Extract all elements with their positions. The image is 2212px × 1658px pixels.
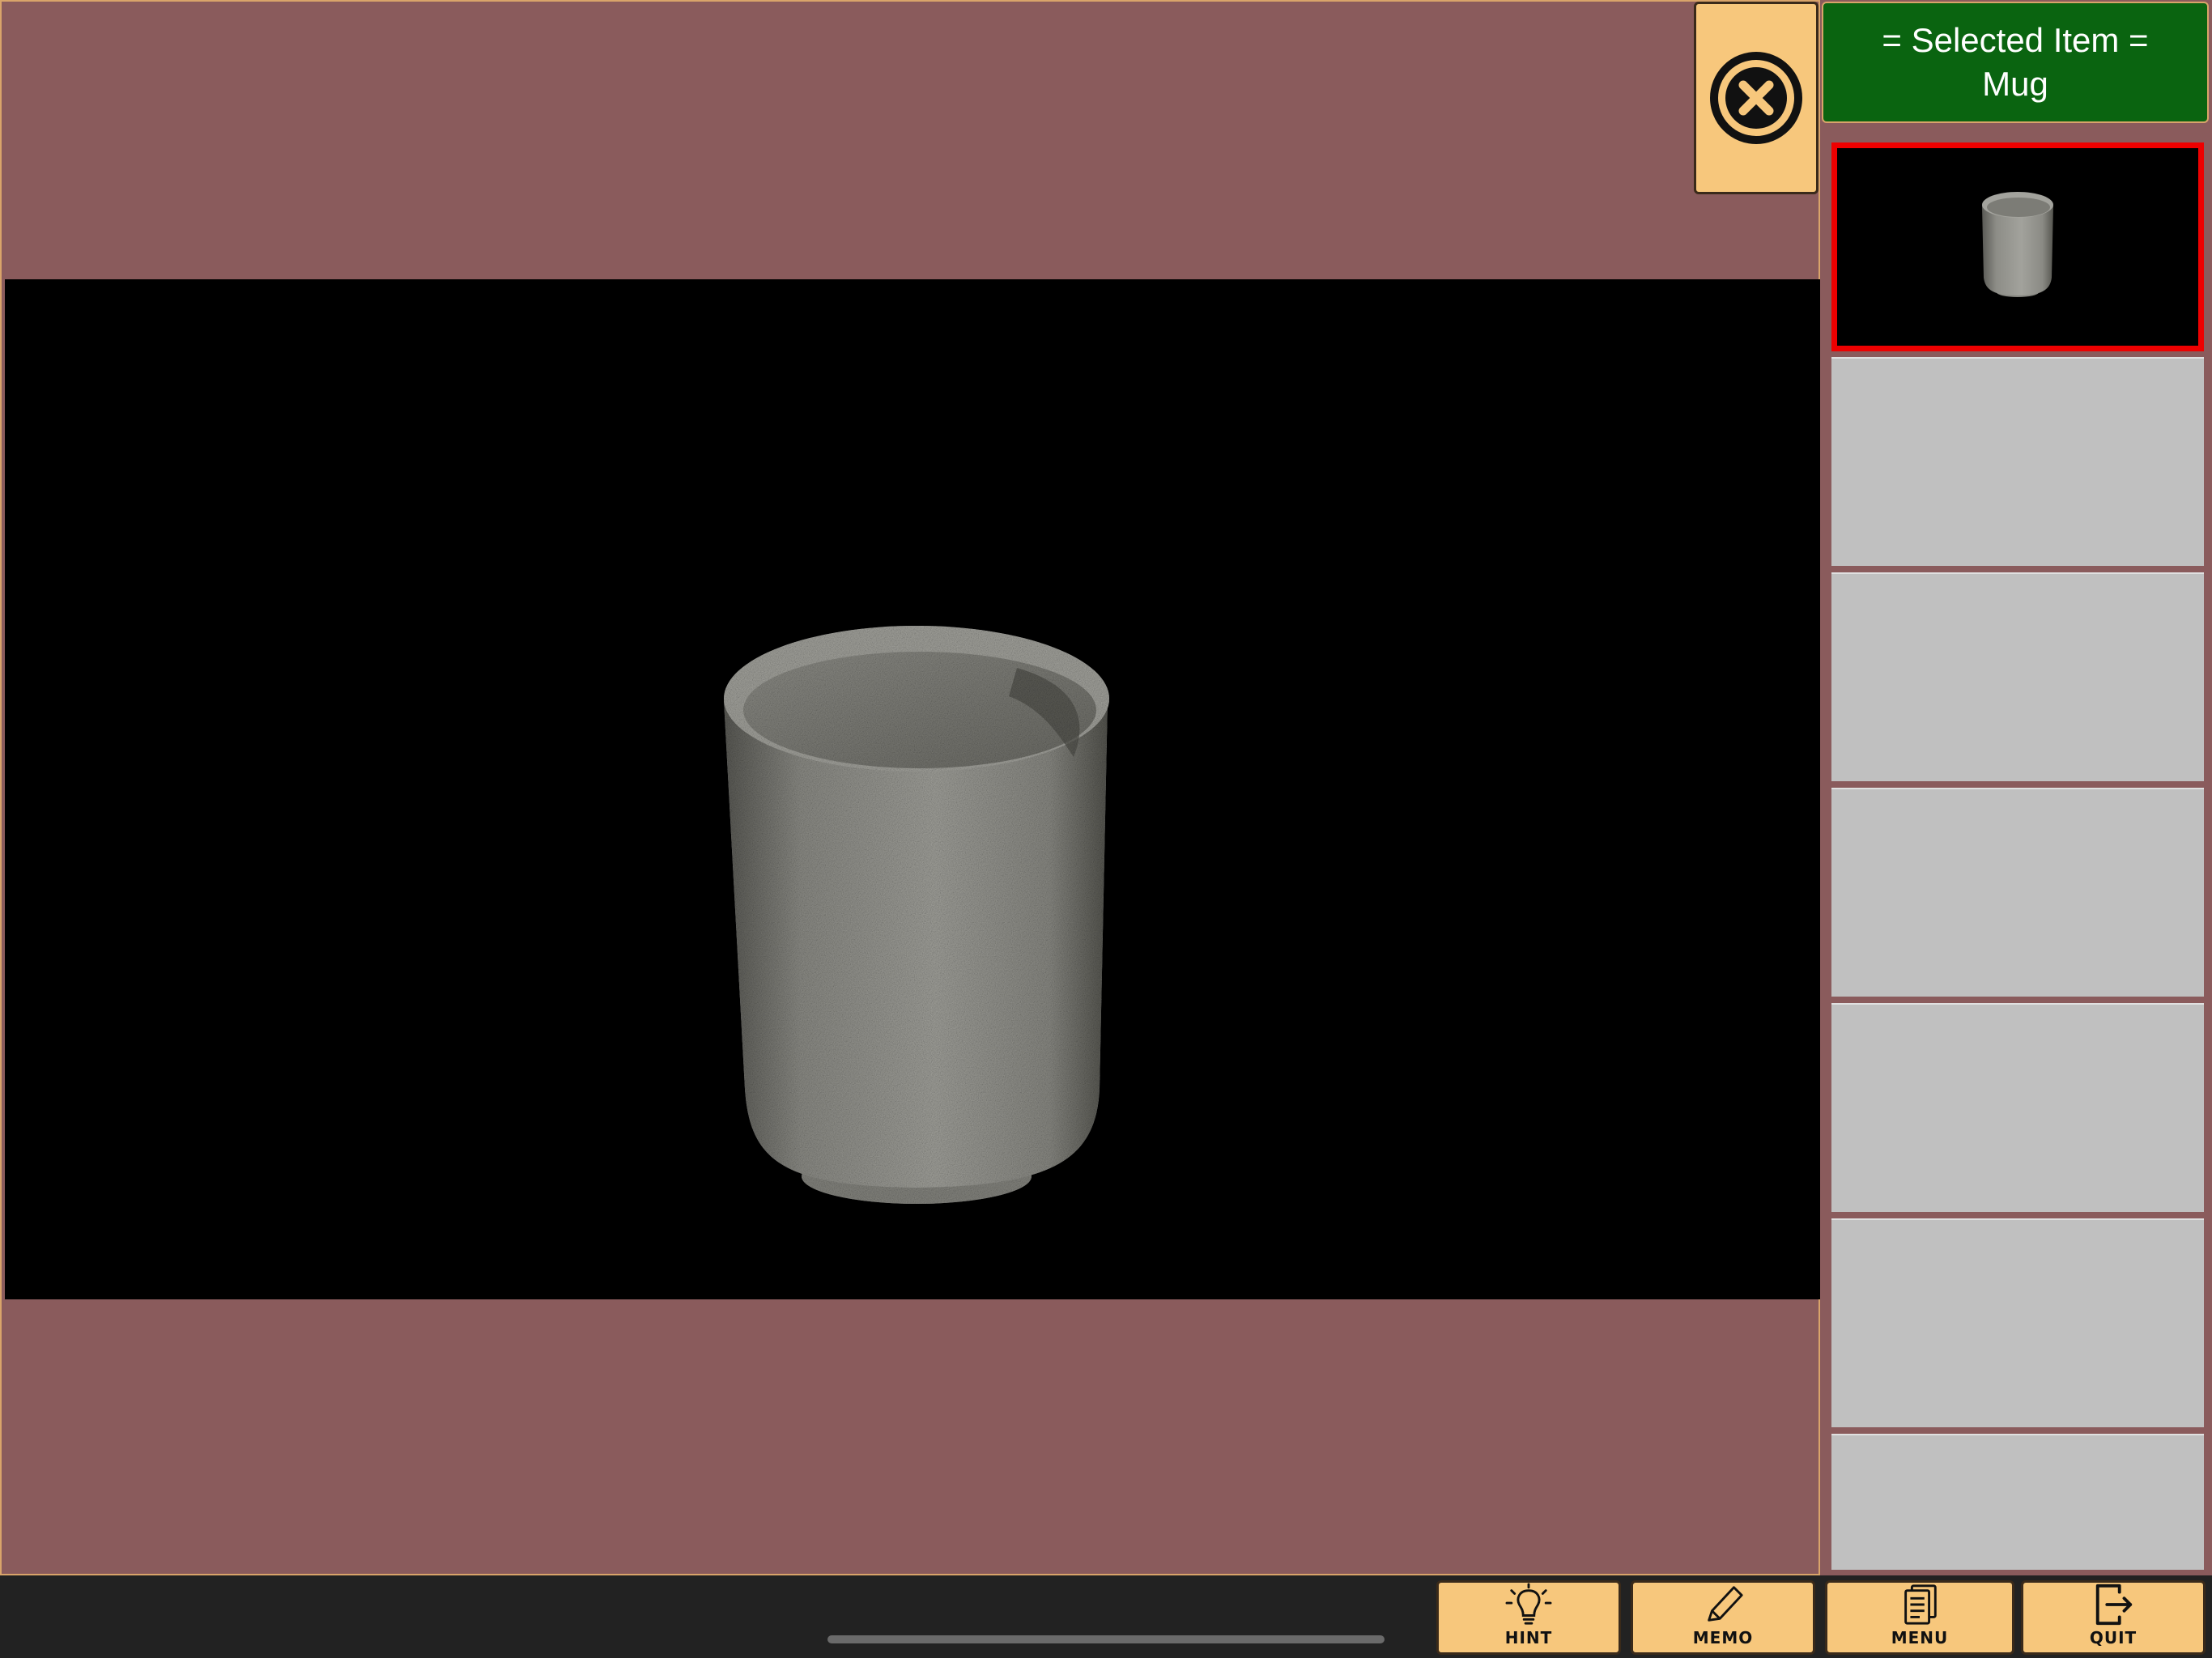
close-button[interactable] — [1694, 2, 1819, 194]
menu-button[interactable]: MENU — [1825, 1580, 2014, 1655]
inventory-slot-1[interactable] — [1831, 142, 2204, 351]
inventory-slot-7[interactable] — [1831, 1434, 2204, 1570]
item-viewer[interactable] — [5, 279, 1820, 1299]
inventory-slot-5[interactable] — [1831, 1003, 2204, 1212]
mug-3d-view[interactable] — [5, 279, 1820, 1299]
selected-item-title: = Selected Item = — [1882, 21, 2149, 59]
exit-icon — [2095, 1584, 2133, 1626]
home-indicator[interactable] — [827, 1635, 1385, 1643]
lightbulb-icon — [1505, 1583, 1552, 1625]
memo-label: MEMO — [1692, 1628, 1754, 1647]
selected-item-name: Mug — [1982, 65, 2048, 103]
mug-thumbnail — [1982, 192, 2053, 297]
game-screen: = Selected Item = Mug HINT MEMO MENU QUI… — [0, 0, 2212, 1658]
inventory-slot-6[interactable] — [1831, 1218, 2204, 1427]
document-icon — [1904, 1584, 1937, 1625]
inventory-slot-3[interactable] — [1831, 572, 2204, 781]
scene-area — [0, 0, 1820, 1575]
mug-model[interactable] — [724, 626, 1109, 1204]
hint-label: HINT — [1504, 1628, 1553, 1647]
close-circle-icon — [1710, 52, 1802, 144]
inventory-slot-2[interactable] — [1831, 357, 2204, 566]
hint-button[interactable]: HINT — [1436, 1580, 1621, 1655]
quit-button[interactable]: QUIT — [2021, 1580, 2206, 1655]
memo-button[interactable]: MEMO — [1631, 1580, 1815, 1655]
menu-label: MENU — [1891, 1628, 1949, 1647]
selected-item-header: = Selected Item = Mug — [1822, 2, 2209, 123]
quit-label: QUIT — [2089, 1628, 2138, 1647]
pencil-icon — [1708, 1586, 1743, 1622]
inventory-slot-4[interactable] — [1831, 788, 2204, 997]
